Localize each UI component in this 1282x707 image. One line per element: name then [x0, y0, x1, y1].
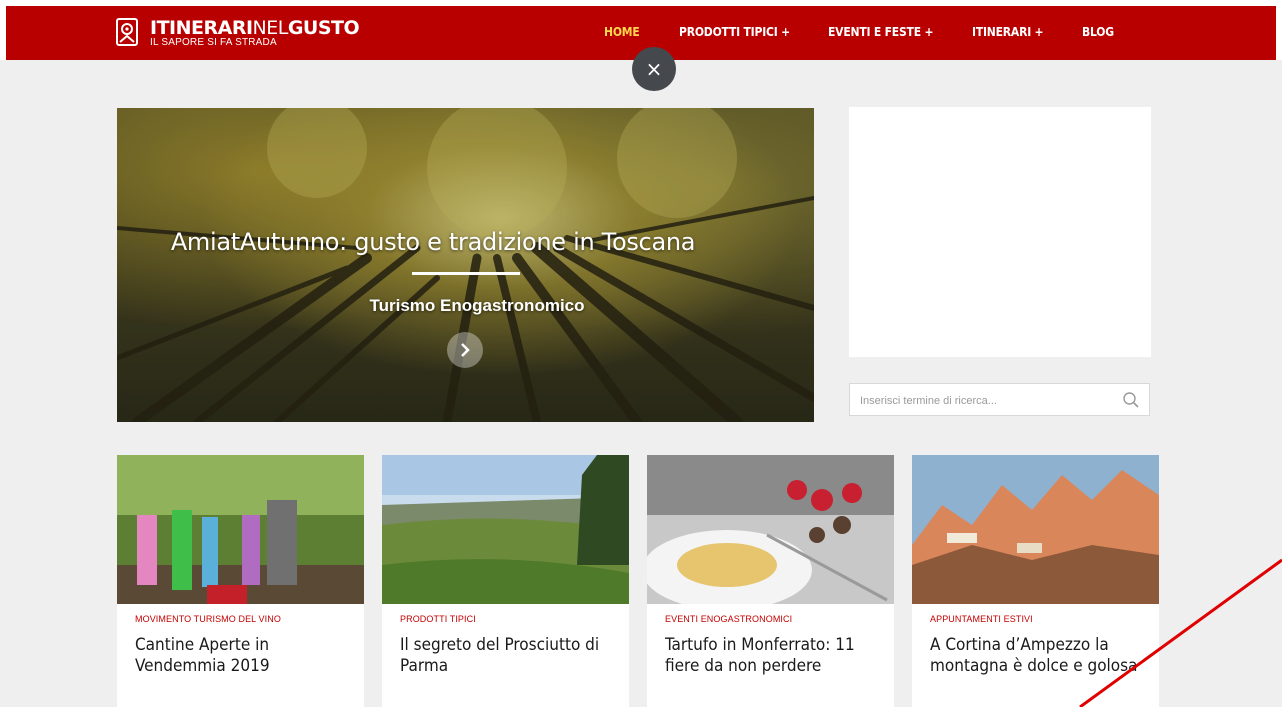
site-title: ITINERARINELGUSTO	[150, 16, 360, 39]
hero-divider	[412, 272, 520, 275]
article-category[interactable]: APPUNTAMENTI ESTIVI	[930, 614, 1033, 624]
map-pin-logo-icon	[116, 18, 138, 48]
article-title[interactable]: A Cortina d’Ampezzo la montagna è dolce …	[930, 635, 1145, 677]
article-card[interactable]: MOVIMENTO TURISMO DEL VINO Cantine Apert…	[117, 455, 364, 707]
hero-title[interactable]: AmiatAutunno: gusto e tradizione in Tosc…	[117, 228, 749, 256]
site-tagline: IL SAPORE SI FA STRADA	[150, 36, 277, 48]
nav-prodotti-tipici[interactable]: PRODOTTI TIPICI +	[679, 25, 790, 39]
article-title[interactable]: Il segreto del Prosciutto di Parma	[400, 635, 615, 677]
nav-itinerari[interactable]: ITINERARI +	[972, 25, 1044, 39]
article-category[interactable]: EVENTI ENOGASTRONOMICI	[665, 614, 792, 624]
search-input[interactable]	[858, 384, 1112, 417]
article-category[interactable]: PRODOTTI TIPICI	[400, 614, 476, 624]
article-image[interactable]	[912, 455, 1159, 604]
article-card[interactable]: APPUNTAMENTI ESTIVI A Cortina d’Ampezzo …	[912, 455, 1159, 707]
close-icon: ×	[645, 57, 663, 81]
chevron-right-icon[interactable]	[447, 332, 483, 368]
search-box	[849, 383, 1150, 417]
article-title[interactable]: Tartufo in Monferrato: 11 fiere da non p…	[665, 635, 880, 677]
nav-eventi-e-feste[interactable]: EVENTI E FESTE +	[828, 25, 933, 39]
nav-home[interactable]: HOME	[604, 25, 640, 39]
article-image[interactable]	[117, 455, 364, 604]
article-title[interactable]: Cantine Aperte in Vendemmia 2019	[135, 635, 350, 677]
article-card[interactable]: PRODOTTI TIPICI Il segreto del Prosciutt…	[382, 455, 629, 707]
hero-category[interactable]: Turismo Enogastronomico	[117, 296, 814, 316]
close-overlay-button[interactable]: ×	[632, 47, 676, 91]
article-image[interactable]	[382, 455, 629, 604]
site-logo[interactable]: ITINERARINELGUSTO IL SAPORE SI FA STRADA	[116, 6, 360, 60]
nav-blog[interactable]: BLOG	[1082, 25, 1114, 39]
article-category[interactable]: MOVIMENTO TURISMO DEL VINO	[135, 614, 281, 624]
hero-slider[interactable]: AmiatAutunno: gusto e tradizione in Tosc…	[117, 108, 814, 422]
article-card[interactable]: EVENTI ENOGASTRONOMICI Tartufo in Monfer…	[647, 455, 894, 707]
article-image[interactable]	[647, 455, 894, 604]
ad-placeholder	[849, 107, 1151, 357]
search-icon[interactable]	[1122, 391, 1140, 414]
